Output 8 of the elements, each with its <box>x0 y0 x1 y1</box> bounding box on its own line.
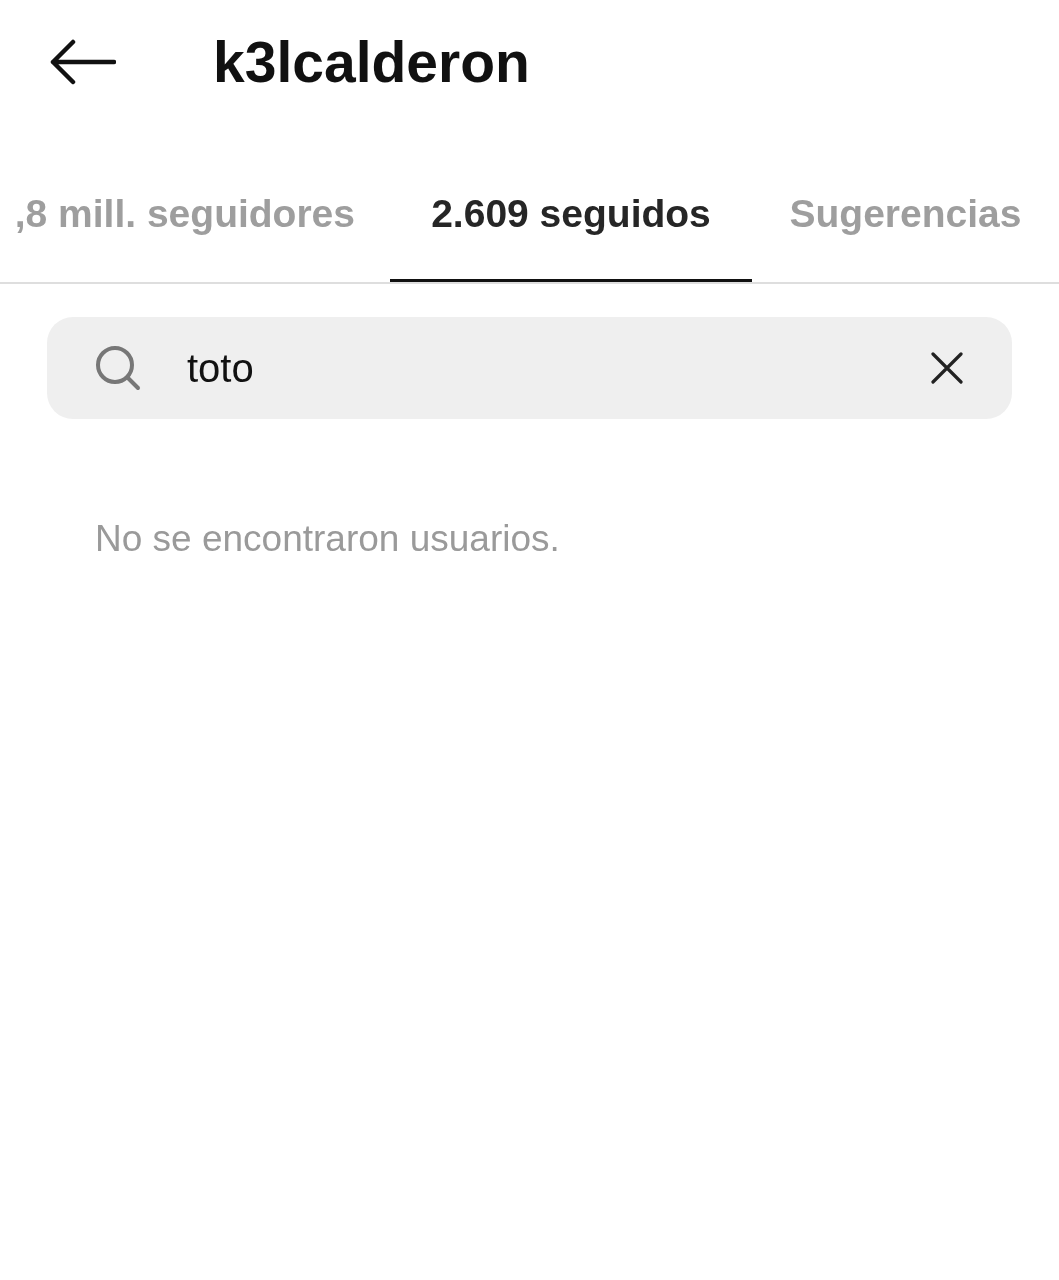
back-arrow-icon <box>50 39 116 85</box>
search-icon <box>95 345 141 391</box>
page-title: k3lcalderon <box>213 30 530 94</box>
empty-results-message: No se encontraron usuarios. <box>95 517 560 561</box>
tab[interactable]: 2.609 seguidos <box>390 124 752 282</box>
search-input[interactable]: toto <box>187 338 916 398</box>
close-icon <box>931 352 963 384</box>
search-field[interactable]: toto <box>47 317 1012 419</box>
